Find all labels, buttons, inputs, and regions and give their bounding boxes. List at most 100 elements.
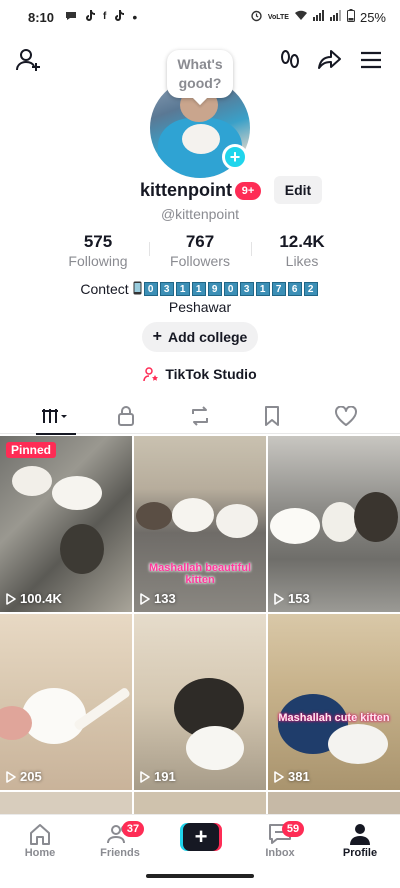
heart-icon (335, 406, 357, 426)
kitten-image (60, 524, 104, 574)
add-college-button[interactable]: + Add college (142, 322, 258, 352)
stat-likes[interactable]: 12.4K Likes (252, 232, 352, 270)
stat-label: Likes (285, 253, 319, 269)
view-count: 153 (274, 591, 310, 606)
status-time: 8:10 (28, 9, 55, 25)
notification-badge[interactable]: 9+ (235, 182, 261, 200)
kitten-image (322, 502, 358, 542)
share-icon (318, 50, 341, 69)
message-icon (65, 10, 77, 25)
stat-label: Following (68, 253, 128, 269)
nav-inbox[interactable]: Inbox 59 (240, 821, 320, 859)
stat-value: 575 (83, 232, 113, 251)
stat-label: Followers (170, 253, 230, 269)
signal-icon (329, 10, 342, 24)
username: kittenpoint (140, 180, 232, 200)
stat-following[interactable]: 575 Following (48, 232, 148, 270)
add-user-icon (16, 49, 40, 71)
kitten-image (216, 504, 258, 538)
video-thumbnail[interactable] (268, 792, 400, 814)
video-thumbnail[interactable]: Mashallah cute kitten 381 (268, 614, 400, 790)
nav-friends-label: Friends (100, 847, 140, 859)
tiktok-icon (84, 9, 96, 25)
create-button[interactable]: + (180, 823, 222, 851)
status-bubble[interactable]: What's good? (167, 50, 233, 98)
view-count-text: 205 (20, 769, 42, 784)
tab-favorites[interactable] (232, 398, 312, 434)
kitten-image (172, 498, 214, 532)
digit-box: 1 (191, 282, 206, 296)
play-icon (140, 770, 150, 783)
play-icon (6, 592, 16, 605)
profile-views-button[interactable] (274, 44, 306, 76)
digit-box: 2 (303, 282, 318, 296)
lock-icon (118, 406, 134, 426)
share-profile-button[interactable] (314, 44, 346, 76)
video-thumbnail[interactable]: 191 (134, 614, 266, 790)
nav-home[interactable]: Home (0, 821, 80, 859)
thumbnail-image (268, 792, 400, 814)
friends-badge: 37 (122, 821, 144, 837)
digit-box: 1 (255, 282, 270, 296)
thumbnail-image (0, 792, 132, 814)
video-thumbnail[interactable]: Mashallah beautiful kitten 133 (134, 436, 266, 612)
kitten-image (52, 476, 102, 510)
digit-box: 3 (159, 282, 174, 296)
nav-profile[interactable]: Profile (320, 821, 400, 859)
name-row: kittenpoint 9+ Edit (0, 176, 400, 204)
kitten-image (22, 688, 86, 744)
volte-icon: VoLTE (267, 13, 289, 21)
tab-liked[interactable] (306, 398, 386, 434)
bio-contact: Contect 0 3 1 1 9 0 3 1 7 6 2 (0, 280, 400, 298)
nav-friends[interactable]: Friends 37 (80, 821, 160, 859)
bio-label: Contect (80, 281, 129, 297)
tiktok-icon (113, 9, 125, 25)
studio-icon (143, 366, 159, 382)
kitten-image (12, 466, 52, 496)
video-caption: Mashallah beautiful kitten (148, 562, 252, 586)
play-icon (140, 592, 150, 605)
stat-value: 767 (185, 232, 215, 251)
digit-box: 9 (207, 282, 222, 296)
view-count-text: 133 (154, 591, 176, 606)
video-thumbnail[interactable]: 153 (268, 436, 400, 612)
kitten-image (186, 726, 244, 770)
pinned-badge: Pinned (6, 442, 57, 458)
view-count: 205 (6, 769, 42, 784)
bio-city: Peshawar (168, 299, 232, 315)
video-thumbnail[interactable] (134, 792, 266, 814)
hamburger-icon (361, 51, 381, 69)
digit-box: 6 (287, 282, 302, 296)
view-count: 133 (140, 591, 176, 606)
facebook-icon: f (103, 11, 107, 22)
video-thumbnail[interactable]: 205 (0, 614, 132, 790)
repost-icon (192, 406, 208, 426)
thumbnail-image (0, 436, 132, 612)
tab-reposts[interactable] (160, 398, 240, 434)
video-thumbnail[interactable] (0, 792, 132, 814)
kitten-image (328, 724, 388, 764)
stat-followers[interactable]: 767 Followers (150, 232, 250, 270)
home-indicator (146, 874, 254, 878)
view-count-text: 100.4K (20, 591, 62, 606)
edit-profile-button[interactable]: Edit (274, 176, 322, 204)
avatar-photo-kitten (182, 124, 220, 154)
tiktok-studio-link[interactable]: TikTok Studio (0, 364, 400, 384)
digit-box: 1 (175, 282, 190, 296)
thumbnail-image (134, 792, 266, 814)
kitten-image (354, 492, 398, 542)
profile-icon (350, 824, 370, 845)
footprint-icon (281, 50, 299, 68)
menu-button[interactable] (355, 44, 387, 76)
user-handle: @kittenpoint (160, 206, 240, 222)
play-icon (6, 770, 16, 783)
add-story-button[interactable]: + (222, 144, 248, 170)
video-thumbnail[interactable]: Pinned 100.4K (0, 436, 132, 612)
battery-icon (346, 9, 355, 25)
digit-box: 0 (143, 282, 158, 296)
tab-private[interactable] (86, 398, 166, 434)
add-friend-button[interactable] (13, 44, 45, 76)
nav-home-label: Home (24, 847, 56, 859)
tab-videos[interactable] (16, 398, 96, 435)
home-icon (30, 824, 50, 845)
